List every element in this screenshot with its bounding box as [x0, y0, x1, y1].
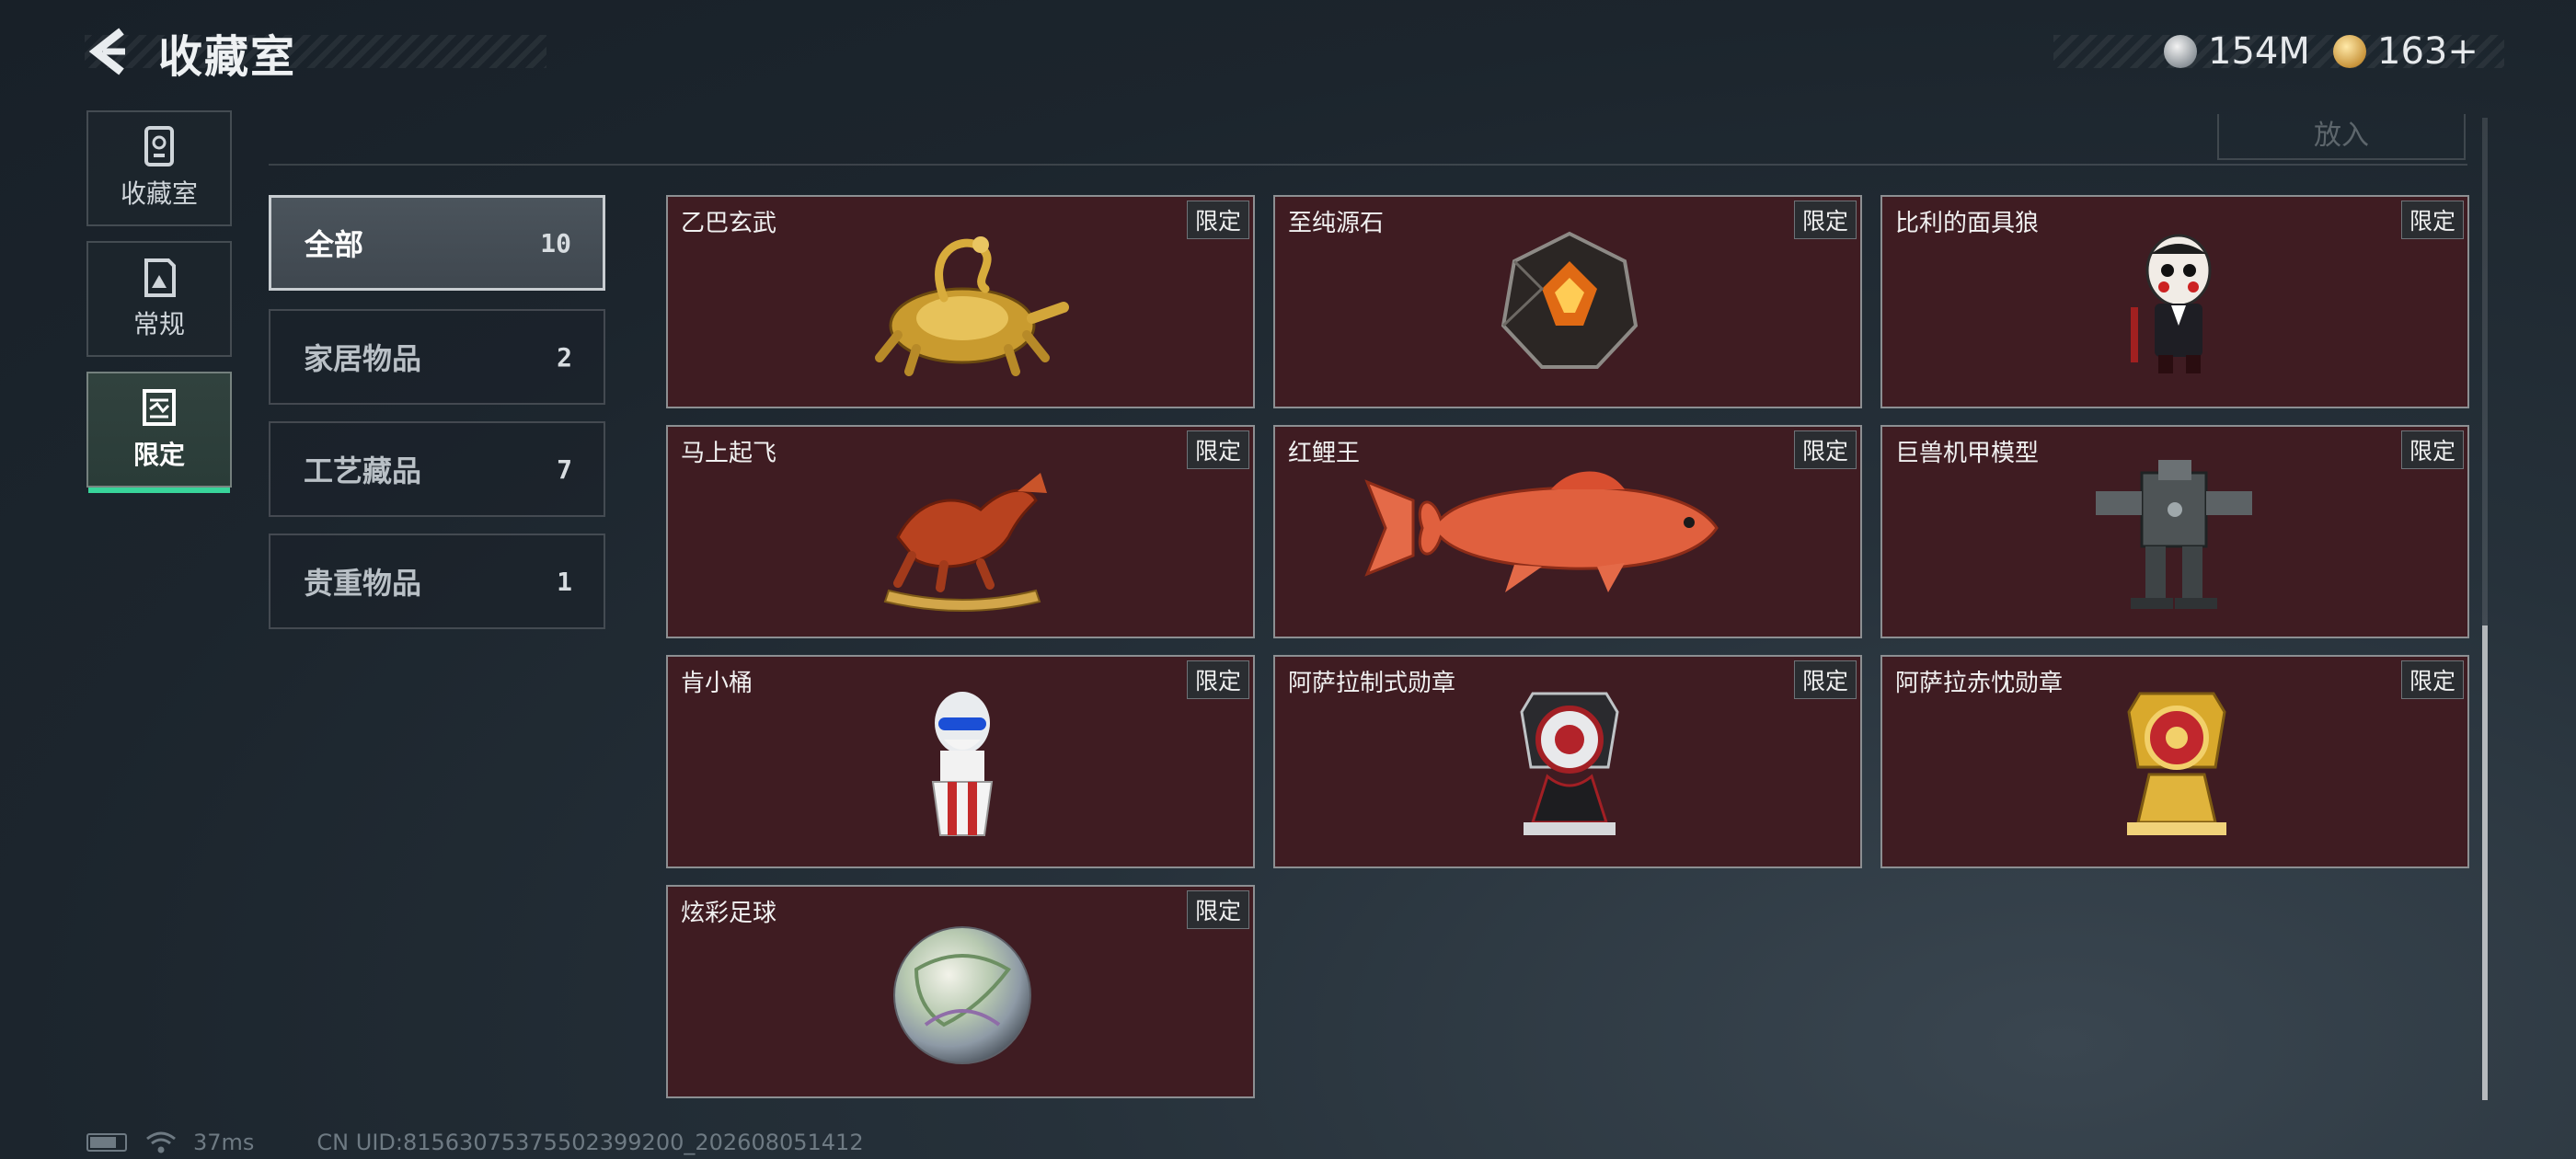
nav-tab-label: 常规	[132, 309, 185, 339]
filter-home-items[interactable]: 家居物品 2	[269, 309, 605, 405]
item-name: 阿萨拉制式勋章	[1288, 670, 1456, 697]
nav-tab-label: 收藏室	[120, 178, 198, 209]
title-stripe	[85, 35, 546, 68]
limited-frame-icon	[143, 389, 176, 426]
active-tab-indicator	[88, 488, 230, 493]
currency-gold[interactable]: 163+	[2333, 24, 2478, 79]
wifi-icon	[146, 1131, 176, 1153]
filter-name: 贵重物品	[304, 566, 422, 601]
item-name: 肯小桶	[681, 670, 753, 697]
filter-count: 1	[557, 566, 572, 597]
limited-tag: 限定	[1186, 890, 1249, 929]
nav-tab-regular[interactable]: 常规	[86, 241, 232, 357]
scrollbar-thumb[interactable]	[2482, 625, 2488, 1100]
place-in-button[interactable]: 放入	[2217, 114, 2466, 160]
item-name: 炫彩足球	[681, 900, 777, 927]
item-name: 比利的面具狼	[1895, 210, 2040, 237]
item-card[interactable]: 乙巴玄武 限定	[666, 195, 1255, 408]
currency-gold-value: 163+	[2377, 30, 2478, 73]
limited-tag: 限定	[2400, 660, 2464, 699]
currency-silver-value: 154M	[2208, 30, 2310, 73]
ping-value: 37ms	[193, 1130, 255, 1155]
limited-tag: 限定	[2400, 430, 2464, 469]
filter-count: 10	[540, 227, 571, 258]
item-card[interactable]: 红鲤王 限定	[1273, 425, 1862, 638]
limited-tag: 限定	[1793, 660, 1857, 699]
trophy-shelf-icon	[144, 126, 174, 166]
item-card[interactable]: 至纯源石 限定	[1273, 195, 1862, 408]
filter-name: 全部	[305, 227, 364, 262]
item-name: 阿萨拉赤忱勋章	[1895, 670, 2064, 697]
status-footer: 37ms CN UID:815630753755023992​00_202608…	[86, 1130, 864, 1155]
item-name: 乙巴玄武	[681, 210, 777, 237]
item-name: 红鲤王	[1288, 440, 1361, 467]
back-button[interactable]	[85, 24, 140, 79]
item-card[interactable]: 巨兽机甲模型 限定	[1880, 425, 2469, 638]
silver-coin-icon	[2164, 35, 2197, 68]
page-title: 收藏室	[158, 31, 297, 83]
item-name: 巨兽机甲模型	[1895, 440, 2040, 467]
place-in-label: 放入	[2314, 120, 2369, 152]
item-name: 马上起飞	[681, 440, 777, 467]
gold-coin-icon	[2333, 35, 2366, 68]
uid-text: CN UID:815630753755023992​00_20260805141…	[316, 1130, 864, 1155]
filter-name: 工艺藏品	[304, 453, 422, 488]
item-card[interactable]: 阿萨拉制式勋章 限定	[1273, 655, 1862, 868]
filter-count: 7	[557, 453, 572, 485]
nav-tab-limited[interactable]: 限定	[86, 372, 232, 493]
limited-tag: 限定	[1186, 201, 1249, 239]
top-divider	[269, 164, 2467, 166]
filter-count: 2	[557, 341, 572, 373]
item-name: 至纯源石	[1288, 210, 1385, 237]
item-card[interactable]: 比利的面具狼 限定	[1880, 195, 2469, 408]
item-card[interactable]: 炫彩足球 限定	[666, 885, 1255, 1098]
picture-frame-icon	[144, 258, 176, 297]
colonel-bucket-icon	[931, 692, 994, 836]
limited-tag: 限定	[1793, 201, 1857, 239]
limited-tag: 限定	[2400, 201, 2464, 239]
limited-tag: 限定	[1186, 660, 1249, 699]
limited-tag: 限定	[1793, 430, 1857, 469]
limited-tag: 限定	[1186, 430, 1249, 469]
back-arrow-icon	[88, 28, 125, 75]
filter-valuables[interactable]: 贵重物品 1	[269, 534, 605, 629]
nav-tab-collection[interactable]: 收藏室	[86, 110, 232, 226]
red-carp-icon	[1364, 471, 1719, 592]
item-card[interactable]: 阿萨拉赤忱勋章 限定	[1880, 655, 2469, 868]
nav-tab-label: 限定	[132, 440, 185, 470]
item-card[interactable]: 肯小桶 限定	[666, 655, 1255, 868]
filter-all[interactable]: 全部 10	[269, 195, 605, 291]
filter-craft-items[interactable]: 工艺藏品 7	[269, 421, 605, 517]
filter-name: 家居物品	[304, 341, 422, 376]
currency-silver: 154M	[2164, 24, 2310, 79]
item-card[interactable]: 马上起飞 限定	[666, 425, 1255, 638]
battery-icon	[86, 1133, 127, 1152]
